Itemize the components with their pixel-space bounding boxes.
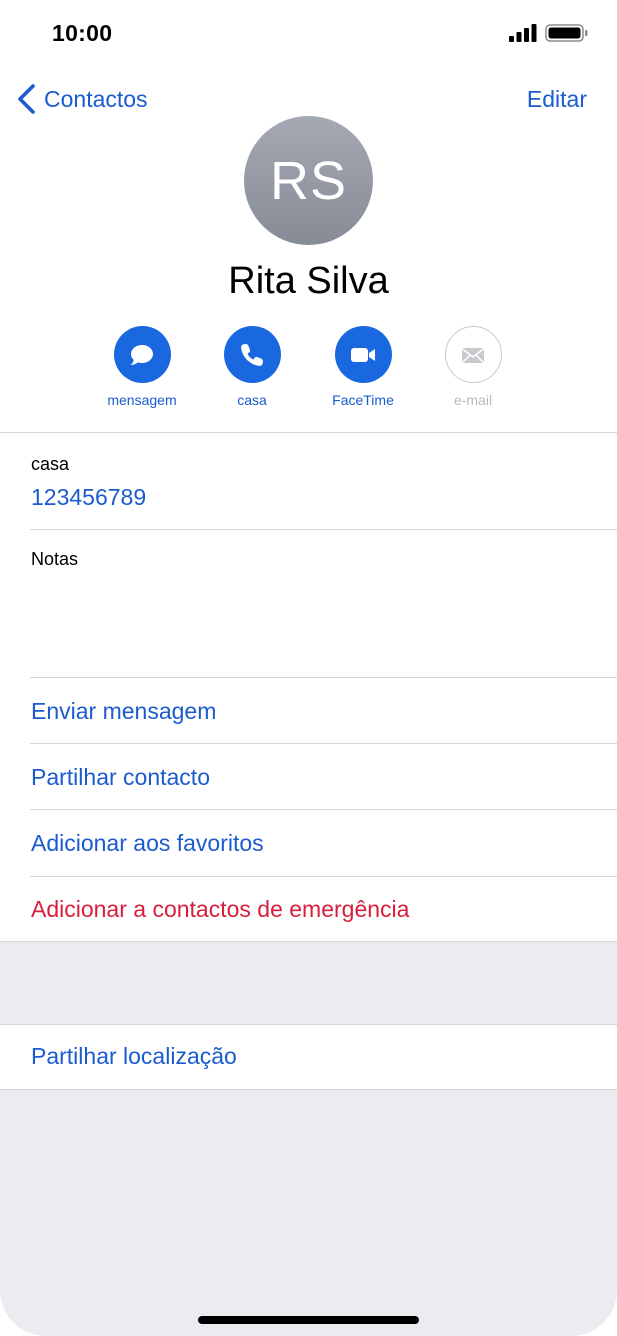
divider (30, 743, 617, 744)
phone-type-label: casa (31, 454, 70, 474)
call-action-button[interactable]: casa (197, 326, 307, 408)
divider (30, 809, 617, 810)
email-action-label: e-mail (453, 392, 493, 408)
contact-detail-screen: 10:00 Contactos Editar RS Rita Silva men… (0, 0, 617, 1336)
edit-button[interactable]: Editar (527, 86, 587, 113)
divider (0, 432, 617, 433)
call-action-circle (223, 326, 281, 383)
status-bar: 10:00 (0, 0, 617, 70)
divider (30, 529, 617, 530)
group-spacer (0, 942, 617, 1024)
send-message-link[interactable]: Enviar mensagem (31, 698, 216, 725)
phone-number-link[interactable]: 123456789 (31, 484, 146, 511)
back-button-label: Contactos (44, 85, 148, 112)
home-indicator[interactable] (198, 1316, 419, 1324)
share-location-link[interactable]: Partilhar localização (31, 1043, 237, 1070)
phone-icon (241, 343, 263, 366)
facetime-action-label: FaceTime (332, 392, 394, 408)
contact-name: Rita Silva (228, 260, 389, 302)
facetime-action-button[interactable]: FaceTime (308, 326, 418, 408)
cellular-signal-icon (509, 24, 537, 42)
email-action-button: e-mail (418, 326, 528, 408)
mail-icon (462, 347, 484, 363)
battery-icon (545, 24, 588, 42)
avatar-initials: RS (269, 150, 347, 211)
divider (0, 1024, 617, 1025)
divider (30, 876, 617, 877)
bottom-background (0, 1090, 617, 1336)
share-contact-link[interactable]: Partilhar contacto (31, 764, 210, 791)
status-time: 10:00 (52, 20, 113, 46)
back-button[interactable]: Contactos (16, 82, 148, 116)
video-icon (351, 347, 375, 362)
call-action-label: casa (237, 392, 267, 408)
facetime-action-circle (334, 326, 392, 383)
avatar: RS (244, 116, 373, 245)
message-action-button[interactable]: mensagem (87, 326, 197, 408)
message-action-circle (113, 326, 171, 383)
email-action-circle (444, 326, 502, 383)
add-to-favorites-link[interactable]: Adicionar aos favoritos (31, 830, 264, 857)
quick-actions: mensagem casa FaceTime e-mail (0, 326, 617, 416)
notes-label: Notas (31, 549, 79, 569)
message-icon (130, 344, 153, 365)
message-action-label: mensagem (107, 392, 177, 408)
chevron-left-icon (18, 84, 35, 114)
add-emergency-contact-link[interactable]: Adicionar a contactos de emergência (31, 896, 409, 923)
divider (30, 677, 617, 678)
